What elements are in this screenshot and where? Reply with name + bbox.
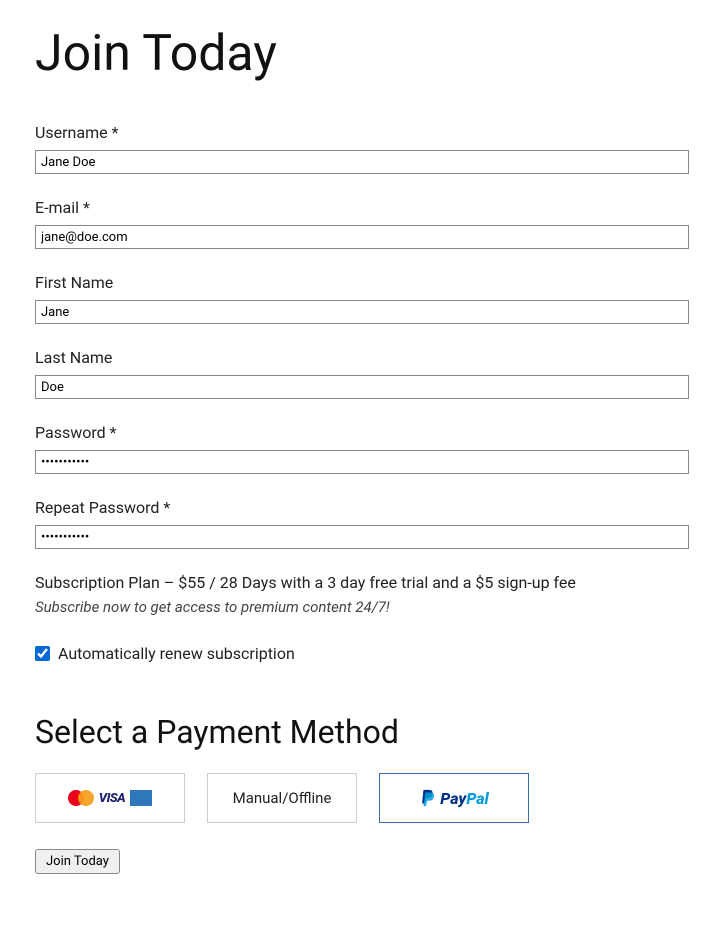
subscription-plan-text: Subscription Plan – $55 / 28 Days with a… bbox=[35, 573, 689, 592]
password-group: Password * bbox=[35, 423, 689, 474]
amex-icon bbox=[130, 790, 152, 806]
paypal-text-pay: Pay bbox=[440, 789, 466, 808]
repeat-password-input[interactable] bbox=[35, 525, 689, 549]
password-input[interactable] bbox=[35, 450, 689, 474]
password-label: Password * bbox=[35, 423, 689, 442]
auto-renew-row: Automatically renew subscription bbox=[35, 644, 689, 663]
repeat-password-group: Repeat Password * bbox=[35, 498, 689, 549]
paypal-icon bbox=[419, 788, 437, 808]
payment-methods: VISA Manual/Offline PayPal bbox=[35, 773, 689, 823]
payment-option-paypal[interactable]: PayPal bbox=[379, 773, 529, 823]
manual-offline-label: Manual/Offline bbox=[233, 789, 332, 807]
username-label: Username * bbox=[35, 123, 689, 142]
auto-renew-label: Automatically renew subscription bbox=[58, 644, 295, 663]
firstname-label: First Name bbox=[35, 273, 689, 292]
username-group: Username * bbox=[35, 123, 689, 174]
firstname-input[interactable] bbox=[35, 300, 689, 324]
email-label: E-mail * bbox=[35, 198, 689, 217]
page-title: Join Today bbox=[35, 25, 689, 83]
paypal-text-pal: Pal bbox=[466, 789, 488, 808]
join-today-button[interactable]: Join Today bbox=[35, 849, 120, 874]
payment-option-manual[interactable]: Manual/Offline bbox=[207, 773, 357, 823]
username-input[interactable] bbox=[35, 150, 689, 174]
lastname-group: Last Name bbox=[35, 348, 689, 399]
payment-option-cards[interactable]: VISA bbox=[35, 773, 185, 823]
firstname-group: First Name bbox=[35, 273, 689, 324]
lastname-input[interactable] bbox=[35, 375, 689, 399]
payment-method-title: Select a Payment Method bbox=[35, 713, 689, 751]
mastercard-icon bbox=[68, 789, 94, 807]
email-group: E-mail * bbox=[35, 198, 689, 249]
repeat-password-label: Repeat Password * bbox=[35, 498, 689, 517]
subscription-plan-description: Subscribe now to get access to premium c… bbox=[35, 598, 689, 616]
auto-renew-checkbox[interactable] bbox=[35, 646, 50, 661]
lastname-label: Last Name bbox=[35, 348, 689, 367]
visa-icon: VISA bbox=[99, 791, 125, 806]
email-input[interactable] bbox=[35, 225, 689, 249]
